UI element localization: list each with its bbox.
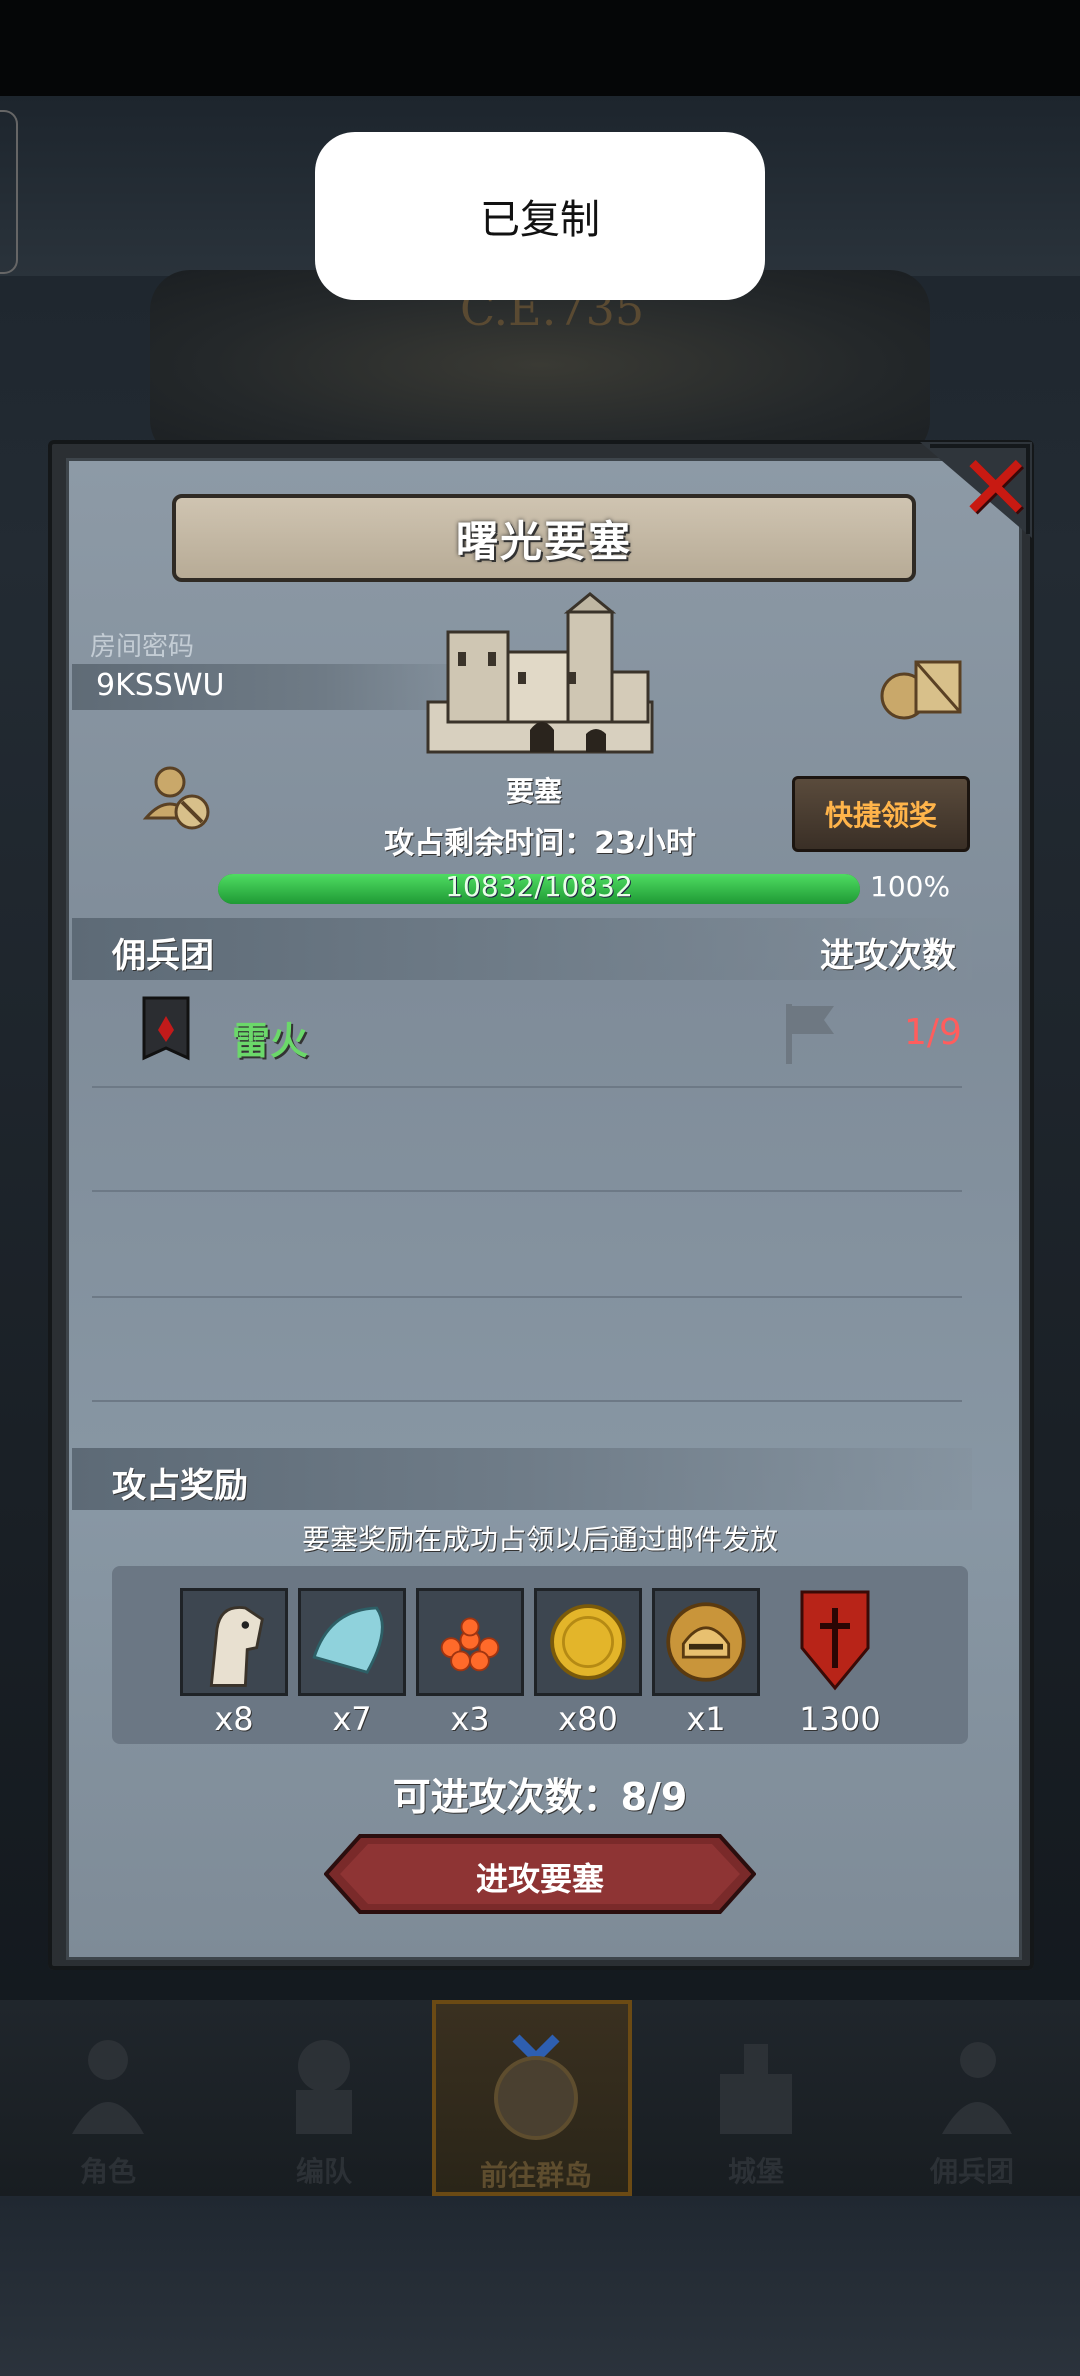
castle-icon [720, 2044, 792, 2134]
reward-qty: x3 [450, 1700, 490, 1738]
row-divider [92, 1400, 962, 1402]
character-icon [72, 2040, 144, 2134]
building-label: 要塞 [506, 775, 563, 808]
mercenary-header-label: 佣兵团 [112, 936, 214, 976]
reward-header-label: 攻占奖励 [112, 1466, 248, 1506]
reward-qty: x8 [214, 1700, 254, 1738]
dialog-title-banner: 曙光要塞 [172, 494, 916, 582]
reward-qty: x1 [686, 1700, 726, 1738]
formation-icon [296, 2040, 352, 2134]
guild-banner-icon [142, 996, 190, 1061]
copied-toast: 已复制 [315, 132, 765, 300]
reward-qty: x80 [558, 1700, 618, 1738]
close-icon[interactable]: ✕ [958, 444, 1033, 534]
status-bar [0, 0, 1080, 96]
time-remaining: 攻占剩余时间：23小时 [384, 826, 696, 861]
dialog-title: 曙光要塞 [455, 516, 632, 566]
cloth-icon[interactable] [298, 1588, 406, 1696]
nav-label: 前往群岛 [479, 2159, 592, 2192]
nav-formation[interactable]: 编队 [224, 2000, 424, 2196]
fortress-castle-icon [426, 592, 654, 754]
horse-icon[interactable] [180, 1588, 288, 1696]
islands-globe-icon [494, 2034, 578, 2140]
row-divider [92, 1296, 962, 1298]
nav-label: 佣兵团 [929, 2155, 1014, 2188]
reward-qty: x7 [332, 1700, 372, 1738]
progress-text: 10832/10832 [445, 870, 633, 903]
nav-castle[interactable]: 城堡 [656, 2000, 856, 2196]
row-divider [92, 1190, 962, 1192]
mercenary-name[interactable]: 雷火 [232, 1010, 308, 1065]
nav-character[interactable]: 角色 [8, 2000, 208, 2196]
attack-available: 可进攻次数：8/9 [392, 1775, 688, 1819]
toast-text: 已复制 [480, 197, 600, 243]
bottom-area [0, 2196, 1080, 2376]
gold-coin-icon[interactable] [534, 1588, 642, 1696]
progress-percent: 100% [870, 870, 951, 903]
nav-label: 角色 [79, 2155, 136, 2188]
nav-mercenary[interactable]: 佣兵团 [872, 2000, 1072, 2196]
attack-button-label: 进攻要塞 [475, 1860, 604, 1898]
helmet-icon[interactable] [652, 1588, 760, 1696]
reward-qty: 1300 [799, 1700, 881, 1738]
room-code[interactable]: 9KSSWU [96, 668, 224, 703]
reward-note: 要塞奖励在成功占领以后通过邮件发放 [301, 1523, 778, 1556]
mercenary-icon [942, 2042, 1012, 2134]
row-divider [92, 1086, 962, 1088]
flag-icon [786, 1004, 834, 1064]
side-tab[interactable] [0, 110, 18, 274]
room-password-label: 房间密码 [90, 632, 195, 662]
supply-crate-icon[interactable] [876, 652, 966, 722]
nav-label: 城堡 [727, 2155, 784, 2188]
nav-islands[interactable]: 前往群岛 [432, 2000, 632, 2196]
attacks-header-label: 进攻次数 [820, 936, 956, 976]
attack-count: 1/9 [904, 1012, 962, 1053]
roe-icon[interactable] [416, 1588, 524, 1696]
nav-label: 编队 [295, 2155, 352, 2188]
shield-emblem-icon[interactable] [798, 1588, 872, 1692]
